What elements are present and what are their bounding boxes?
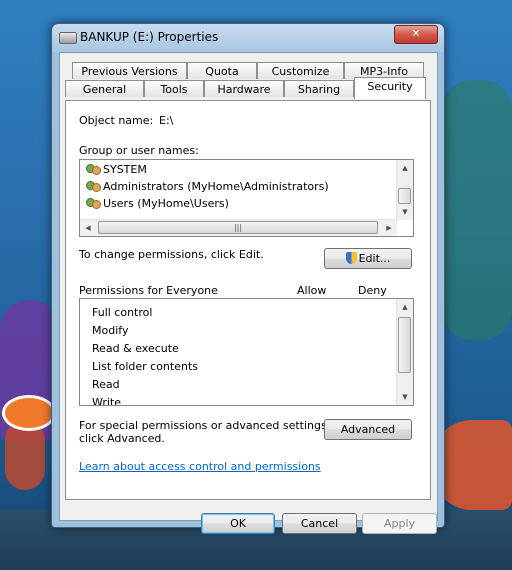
- security-panel: Object name: E:\ Group or user names: SY…: [65, 100, 431, 500]
- user-name: Administrators (MyHome\Administrators): [103, 180, 329, 193]
- permissions-listbox[interactable]: Full control Modify Read & execute List …: [79, 298, 414, 406]
- edit-button[interactable]: Edit...: [324, 248, 412, 269]
- users-vertical-scrollbar[interactable]: ▲ ▼: [396, 160, 413, 220]
- allow-column-header: Allow: [297, 284, 327, 297]
- properties-window: BANKUP (E:) Properties ✕ Previous Versio…: [51, 23, 445, 534]
- permission-row: Modify: [92, 324, 129, 337]
- user-group-icon: [86, 180, 101, 192]
- permissions-vertical-scrollbar[interactable]: ▲ ▼: [396, 299, 413, 405]
- tab-customize[interactable]: Customize: [257, 62, 344, 79]
- user-name: Users (MyHome\Users): [103, 197, 229, 210]
- object-name-label: Object name:: [79, 114, 154, 127]
- tab-quota[interactable]: Quota: [187, 62, 257, 79]
- tab-sharing[interactable]: Sharing: [284, 80, 354, 97]
- window-title: BANKUP (E:) Properties: [80, 30, 219, 44]
- desktop-fish: [2, 395, 56, 431]
- change-permissions-text: To change permissions, click Edit.: [79, 248, 264, 261]
- scroll-up-icon[interactable]: ▲: [397, 160, 413, 176]
- tab-tools[interactable]: Tools: [144, 80, 204, 97]
- uac-shield-icon: [345, 252, 357, 264]
- title-bar[interactable]: BANKUP (E:) Properties ✕: [52, 24, 444, 52]
- scroll-left-icon[interactable]: ◀: [80, 220, 96, 236]
- scroll-thumb[interactable]: [398, 188, 411, 204]
- list-item[interactable]: Users (MyHome\Users): [86, 197, 229, 210]
- close-button[interactable]: ✕: [394, 25, 438, 44]
- desktop-coral-right: [442, 80, 512, 340]
- permission-row: Read: [92, 378, 120, 391]
- permission-row: Read & execute: [92, 342, 179, 355]
- tab-security[interactable]: Security: [354, 77, 426, 99]
- tab-general[interactable]: General: [65, 80, 144, 97]
- permission-row: List folder contents: [92, 360, 198, 373]
- scroll-thumb[interactable]: |||: [98, 221, 378, 234]
- tab-previous-versions[interactable]: Previous Versions: [72, 62, 187, 79]
- user-name: SYSTEM: [103, 163, 147, 176]
- special-permissions-text: For special permissions or advanced sett…: [79, 419, 331, 432]
- scroll-thumb[interactable]: [398, 317, 411, 373]
- tab-hardware[interactable]: Hardware: [204, 80, 284, 97]
- user-group-icon: [86, 163, 101, 175]
- advanced-button[interactable]: Advanced: [324, 419, 412, 440]
- list-item[interactable]: Administrators (MyHome\Administrators): [86, 180, 329, 193]
- users-horizontal-scrollbar[interactable]: ◀ ||| ▶: [80, 219, 397, 236]
- permission-row: Write: [92, 396, 122, 406]
- scroll-down-icon[interactable]: ▼: [397, 204, 413, 220]
- cancel-button[interactable]: Cancel: [282, 513, 357, 534]
- special-permissions-text-2: click Advanced.: [79, 432, 165, 445]
- scroll-down-icon[interactable]: ▼: [397, 389, 413, 405]
- users-listbox[interactable]: SYSTEM Administrators (MyHome\Administra…: [79, 159, 414, 237]
- ok-button[interactable]: OK: [201, 513, 275, 534]
- permission-row: Full control: [92, 306, 153, 319]
- edit-button-label: Edit...: [358, 252, 391, 265]
- apply-button[interactable]: Apply: [362, 513, 437, 534]
- user-group-icon: [86, 197, 101, 209]
- scroll-up-icon[interactable]: ▲: [397, 299, 413, 315]
- permissions-for-label: Permissions for Everyone: [79, 284, 218, 297]
- drive-icon: [59, 32, 77, 44]
- group-label: Group or user names:: [79, 144, 199, 157]
- list-item[interactable]: SYSTEM: [86, 163, 147, 176]
- object-name-value: E:\: [159, 114, 174, 127]
- dialog-client-area: Previous Versions Quota Customize MP3-In…: [59, 52, 438, 534]
- learn-access-control-link[interactable]: Learn about access control and permissio…: [79, 460, 321, 473]
- scroll-right-icon[interactable]: ▶: [381, 220, 397, 236]
- deny-column-header: Deny: [358, 284, 387, 297]
